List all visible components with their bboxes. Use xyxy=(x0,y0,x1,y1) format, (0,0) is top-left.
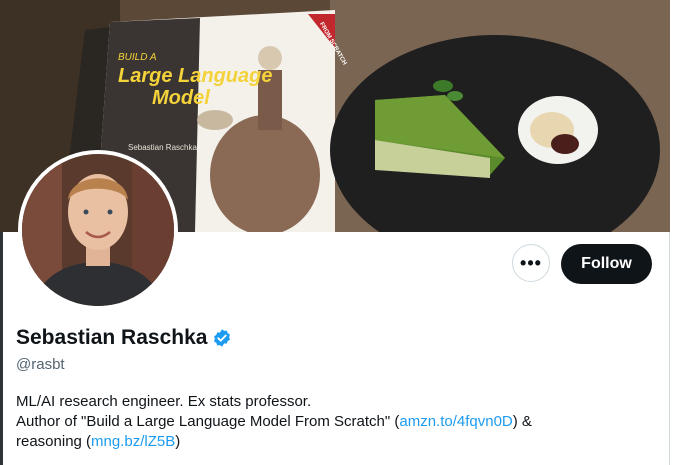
bio-line-2-prefix: Author of "Build a Large Language Model … xyxy=(16,413,400,430)
avatar-photo xyxy=(22,154,174,306)
bio-line-3-prefix: reasoning ( xyxy=(16,433,92,450)
profile-name-row: Sebastian Raschka xyxy=(16,326,232,350)
bio-line-3-suffix: ) xyxy=(175,433,181,450)
more-options-button[interactable]: ••• xyxy=(512,244,550,282)
book-author: Sebastian Raschka xyxy=(128,143,197,152)
book-subtitle: BUILD A xyxy=(118,52,157,63)
follow-button[interactable]: Follow xyxy=(561,244,652,284)
book-title-line1: Large Language xyxy=(118,65,272,87)
profile-handle: @rasbt xyxy=(16,356,65,373)
bio-link-amzn[interactable]: amzn.to/4fqvn0D xyxy=(399,413,512,430)
profile-bio: ML/AI research engineer. Ex stats profes… xyxy=(16,392,656,452)
profile-name: Sebastian Raschka xyxy=(16,326,208,349)
bio-link-mng[interactable]: mng.bz/lZ5B xyxy=(91,433,175,450)
more-options-icon: ••• xyxy=(520,252,542,273)
bio-line-2-suffix: ) & xyxy=(512,413,532,430)
verified-badge-icon[interactable] xyxy=(212,328,232,348)
profile-avatar[interactable] xyxy=(18,150,178,310)
bio-line-3: reasoning (mng.bz/lZ5B) xyxy=(16,432,656,452)
bio-line-1: ML/AI research engineer. Ex stats profes… xyxy=(16,393,312,410)
book-title-line2: Model xyxy=(152,87,210,109)
bio-line-2: Author of "Build a Large Language Model … xyxy=(16,412,656,432)
